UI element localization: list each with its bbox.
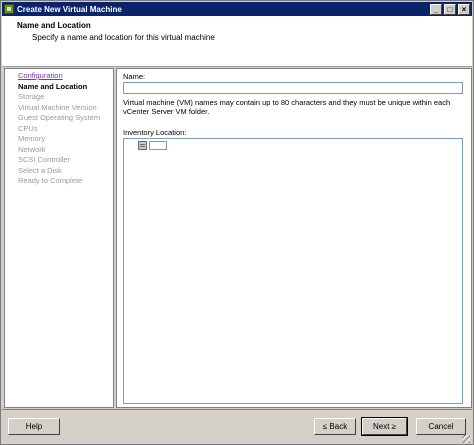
vm-name-input[interactable] [123,82,463,94]
back-button[interactable]: ≤ Back [314,418,356,435]
step-name-and-location: Name and Location [18,81,88,91]
step-ready-to-complete: Ready to Complete [18,176,83,185]
close-button[interactable]: × [458,3,470,15]
page-description: Specify a name and location for this vir… [32,33,215,42]
maximize-button[interactable]: □ [444,3,456,15]
inventory-location-label: Inventory Location: [123,128,187,137]
next-button[interactable]: Next ≥ [361,417,408,436]
wizard-footer: Help ≤ Back Next ≥ Cancel [2,409,472,445]
step-guest-os: Guest Operating System [18,113,101,122]
vm-app-icon [4,4,14,14]
wizard-content-panel: Name: Virtual machine (VM) names may con… [116,68,472,408]
resize-grip[interactable] [462,435,470,443]
name-label: Name: [123,72,146,81]
create-vm-window: Create New Virtual Machine _ □ × Name an… [0,0,474,445]
wizard-steps-panel: Configuration Name and Location Storage … [4,68,114,408]
step-memory: Memory [18,134,46,143]
step-storage: Storage [18,92,45,101]
tree-node-root[interactable] [138,141,167,150]
datacenter-icon [138,141,147,150]
name-info-text: Virtual machine (VM) names may contain u… [123,98,451,116]
step-cpus: CPUs [18,123,38,133]
minimize-button[interactable]: _ [430,3,442,15]
wizard-header: Name and Location Specify a name and loc… [2,16,472,67]
title-bar[interactable]: Create New Virtual Machine _ □ × [2,2,472,16]
step-network: Network [18,144,46,154]
step-vm-version: Virtual Machine Version [18,102,97,112]
step-configuration[interactable]: Configuration [5,71,113,82]
tree-node-label[interactable] [149,141,167,150]
step-scsi-controller: SCSI Controller [18,155,71,164]
cancel-button[interactable]: Cancel [416,418,466,435]
inventory-tree[interactable] [123,138,463,404]
window-title: Create New Virtual Machine [17,4,122,14]
page-title: Name and Location [17,21,91,30]
step-select-disk: Select a Disk [18,165,62,175]
help-button[interactable]: Help [8,418,60,435]
